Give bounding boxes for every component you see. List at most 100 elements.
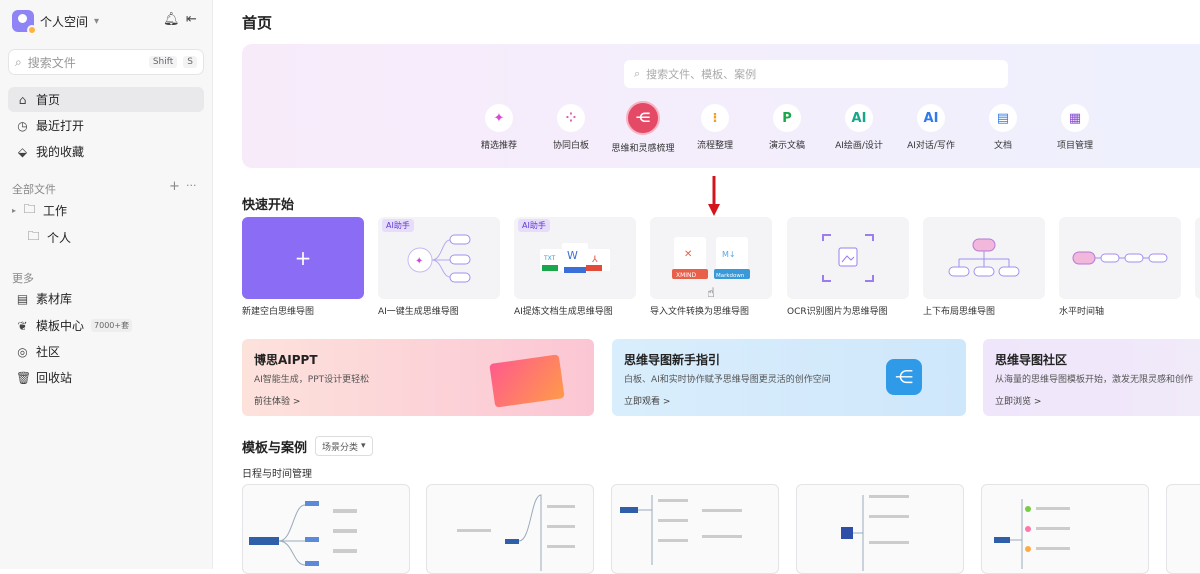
nav-label: 最近打开 [36, 119, 85, 133]
nav-library[interactable]: ▤ 素材库 [8, 286, 204, 311]
plus-icon: + [242, 217, 364, 299]
flowchart-icon: ⁝ [701, 104, 729, 132]
library-icon: ▤ [16, 291, 29, 306]
folder-work[interactable]: ▸ 🗀︎ 工作 [8, 198, 204, 223]
category-mindmap[interactable]: ⋲ 思维和灵感梳理 [608, 101, 678, 154]
caret-right-icon: ▸ [12, 206, 17, 215]
sidebar: 个人空间 ▾ 🔔︎ ⇤ ⌕ 搜索文件 Shift S ⌂ 首页 ◷ 最近打开 ⬙ 我的… [0, 0, 213, 569]
template-card[interactable] [426, 484, 594, 574]
quick-card-import[interactable]: ✕ XMIND M↓ Markdown ☝ 导入文件转换为思维导图 [650, 217, 772, 317]
quick-card-timeline[interactable]: 水平时间轴 [1059, 217, 1181, 317]
quick-card-label: 上下布局思维导图 [923, 307, 996, 317]
category-label: 文档 [993, 141, 1012, 151]
tree-layout-icon [948, 238, 1020, 277]
template-card[interactable] [1166, 484, 1200, 574]
image-ocr-icon [822, 234, 874, 282]
template-card[interactable] [242, 484, 410, 574]
bell-icon[interactable]: 🔔︎ [163, 12, 180, 27]
nav-label: 首页 [36, 93, 61, 107]
quick-card-new[interactable]: + 新建空白思维导图 [242, 217, 364, 317]
nav-label: 我的收藏 [36, 145, 85, 159]
quick-card-tree[interactable]: 上下布局思维导图 [923, 217, 1045, 317]
promo-title: 思维导图社区 [995, 353, 1068, 367]
svg-text:☝: ☝ [707, 286, 715, 299]
promo-link[interactable]: 立即观看 > [624, 394, 670, 407]
quick-card-partial[interactable] [1195, 217, 1200, 299]
category-featured[interactable]: ✦ 精选推荐 [464, 104, 534, 151]
promo-link[interactable]: 前往体验 > [254, 394, 300, 407]
category-docs[interactable]: ▤ 文档 [968, 104, 1038, 151]
category-project[interactable]: ▦ 项目管理 [1040, 104, 1110, 151]
avatar [12, 10, 37, 35]
quick-card-label: AI提炼文档生成思维导图 [514, 307, 613, 317]
promo-community[interactable]: 思维导图社区 从海量的思维导图模板开始，激发无限灵感和创作 立即浏览 > [983, 339, 1200, 416]
more-heading: 更多 [12, 272, 34, 285]
presentation-icon: P [773, 104, 801, 132]
promo-link[interactable]: 立即浏览 > [995, 394, 1041, 407]
filter-label: 场景分类 [322, 442, 359, 453]
nav-favorites[interactable]: ⬙ 我的收藏 [8, 139, 204, 164]
workspace-switcher[interactable]: 个人空间 ▾ [12, 10, 99, 35]
community-icon: ◎ [17, 344, 28, 359]
folder-icon: 🗀︎ [27, 229, 40, 243]
quick-card-thumbnail: AI助手 ✦ [378, 217, 500, 299]
promo-subtitle: 从海量的思维导图模板开始，激发无限灵感和创作 [995, 375, 1194, 385]
quick-card-thumbnail [787, 217, 909, 299]
quick-card-label: 水平时间轴 [1059, 307, 1105, 317]
category-label: 项目管理 [1056, 141, 1093, 151]
template-card[interactable] [611, 484, 779, 574]
nav-trash[interactable]: 🗑︎ 回收站 [8, 365, 204, 390]
ai-assistant-badge: AI助手 [518, 219, 550, 232]
home-icon: ⌂ [18, 92, 27, 107]
quick-card-thumbnail [1059, 217, 1181, 299]
category-presentation[interactable]: P 演示文稿 [752, 104, 822, 151]
folder-personal[interactable]: 🗀︎ 个人 [8, 225, 204, 250]
svg-text:W: W [567, 249, 578, 262]
promo-guide[interactable]: 思维导图新手指引 白板、AI和实时协作赋予思维导图更灵活的创作空间 立即观看 >… [612, 339, 966, 416]
quick-card-ai-extract[interactable]: AI助手 TXT W ⅄ AI提炼文档生成思维导图 [514, 217, 636, 317]
category-filter-dropdown[interactable]: 场景分类 ▾ [315, 436, 373, 456]
nav-label: 素材库 [36, 292, 73, 306]
collapse-sidebar-icon[interactable]: ⇤ [186, 12, 197, 27]
category-label: AI对话/写作 [907, 141, 955, 151]
category-label: 思维和灵感梳理 [611, 144, 675, 154]
mindmap-icon: ⋲ [886, 359, 922, 395]
template-count-badge: 7000+套 [91, 319, 133, 332]
search-input[interactable]: ⌕ 搜索文件 Shift S [8, 49, 204, 75]
ai-chat-icon: AI [917, 104, 945, 132]
nav-label: 社区 [36, 345, 61, 359]
project-icon: ▦ [1061, 104, 1089, 132]
nav-community[interactable]: ◎ 社区 [8, 339, 204, 364]
quick-card-thumbnail: AI助手 TXT W ⅄ [514, 217, 636, 299]
category-ai-drawing[interactable]: AI AI绘画/设计 [824, 104, 894, 151]
search-placeholder: 搜索文件、模板、案例 [646, 68, 757, 81]
quick-card-ocr[interactable]: OCR识别图片为思维导图 [787, 217, 909, 317]
quick-card-ai-generate[interactable]: AI助手 ✦ AI一键生成思维导图 [378, 217, 500, 317]
quick-card-thumbnail [923, 217, 1045, 299]
template-card[interactable] [796, 484, 964, 574]
category-flowchart[interactable]: ⁝ 流程整理 [680, 104, 750, 151]
category-banner: ⌕ 搜索文件、模板、案例 ✦ 精选推荐 ⁘ 协同白板 ⋲ 思维和灵感梳理 ⁝ 流程整理 P… [242, 44, 1200, 168]
global-search-input[interactable]: ⌕ 搜索文件、模板、案例 [624, 60, 1008, 88]
add-icon[interactable]: + [169, 179, 180, 194]
folder-icon: 🗀︎ [23, 202, 36, 216]
nav-templates[interactable]: ❦ 模板中心 7000+套 [8, 313, 204, 338]
template-card[interactable] [981, 484, 1149, 574]
promo-aippt[interactable]: 博思AIPPT AI智能生成，PPT设计更轻松 前往体验 > [242, 339, 594, 416]
workspace-name: 个人空间 [40, 14, 89, 29]
template-thumbnail [841, 495, 909, 571]
nav-recent[interactable]: ◷ 最近打开 [8, 113, 204, 138]
templates-subheading: 日程与时间管理 [242, 469, 312, 480]
quick-card-thumbnail: ✕ XMIND M↓ Markdown ☝ [650, 217, 772, 301]
quick-card-label: AI一键生成思维导图 [378, 307, 459, 317]
template-thumbnail [994, 499, 1070, 569]
category-whiteboard[interactable]: ⁘ 协同白板 [536, 104, 606, 151]
nav-home[interactable]: ⌂ 首页 [8, 87, 204, 112]
svg-text:Markdown: Markdown [716, 273, 745, 279]
more-icon[interactable]: ··· [186, 179, 197, 192]
trash-icon: 🗑︎ [16, 370, 32, 385]
category-label: 演示文稿 [768, 141, 805, 151]
template-thumbnail [620, 495, 742, 565]
category-ai-chat[interactable]: AI AI对话/写作 [896, 104, 966, 151]
mindmap-icon: ⋲ [626, 101, 660, 135]
